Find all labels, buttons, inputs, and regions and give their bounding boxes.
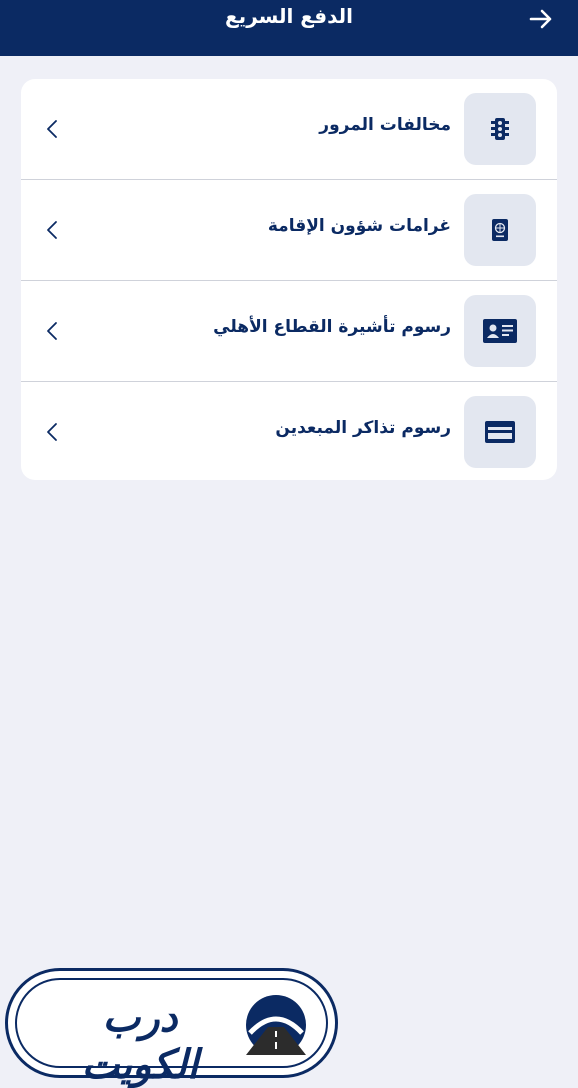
traffic-light-icon <box>464 93 536 165</box>
menu-item-residency-fines[interactable]: غرامات شؤون الإقامة <box>21 180 557 281</box>
menu-item-deportee-tickets[interactable]: رسوم تذاكر المبعدين <box>21 382 557 480</box>
id-card-icon <box>464 295 536 367</box>
menu-item-traffic-violations[interactable]: مخالفات المرور <box>21 79 557 180</box>
menu-item-label: رسوم تذاكر المبعدين <box>275 418 451 438</box>
menu-item-label: رسوم تأشيرة القطاع الأهلي <box>213 317 451 337</box>
menu-item-private-sector-visa[interactable]: رسوم تأشيرة القطاع الأهلي <box>21 281 557 382</box>
road-emblem-icon <box>246 995 306 1055</box>
logo-text: درب الكويت <box>81 994 199 1088</box>
app-header: الدفع السريع <box>0 0 578 56</box>
chevron-left-icon <box>47 423 57 441</box>
menu-item-label: مخالفات المرور <box>319 115 451 135</box>
page-title: الدفع السريع <box>225 4 353 28</box>
passport-icon <box>464 194 536 266</box>
chevron-left-icon <box>47 322 57 340</box>
payment-card-icon <box>464 396 536 468</box>
payment-options-card: مخالفات المرور غرامات شؤون الإقامة رسوم … <box>21 79 557 480</box>
menu-item-label: غرامات شؤون الإقامة <box>267 216 451 236</box>
chevron-left-icon <box>47 120 57 138</box>
chevron-left-icon <box>47 221 57 239</box>
watermark-logo: درب الكويت <box>5 968 338 1088</box>
